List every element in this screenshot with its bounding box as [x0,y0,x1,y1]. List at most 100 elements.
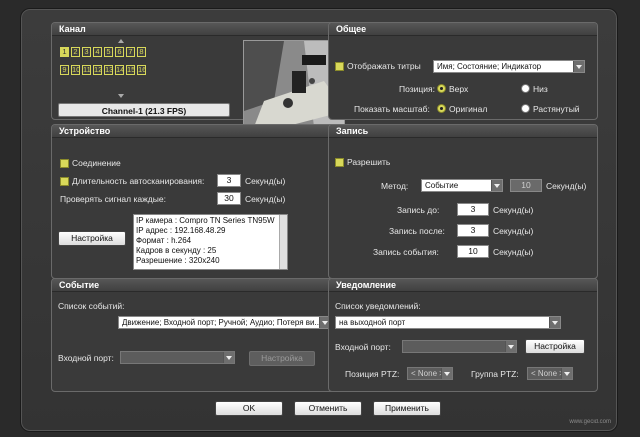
ptz-position-select[interactable]: < None > [407,367,453,380]
record-panel-title: Запись [329,125,597,138]
channel-button-16[interactable]: 16 [137,65,146,75]
apply-button[interactable]: Применить [373,401,441,416]
channel-button-7[interactable]: 7 [126,47,135,57]
check-signal-input[interactable]: 30 [217,192,241,205]
ptz-group-value: < None > [531,369,564,378]
record-before-label: Запись до: [397,205,440,215]
ok-button[interactable]: OK [215,401,283,416]
record-allow-label: Разрешить [347,157,391,167]
autoscan-checkbox[interactable] [60,177,69,186]
record-panel: Запись Разрешить Метод: Событие 10 Секун… [328,124,598,279]
notification-list-select[interactable]: на выходной порт [335,316,561,329]
record-after-unit: Секунд(ы) [493,226,534,236]
autoscan-label: Длительность автосканирования: [72,176,205,186]
record-before-unit: Секунд(ы) [493,205,534,215]
position-bottom-radio[interactable] [521,84,530,93]
record-event-input[interactable]: 10 [457,245,489,258]
record-after-input[interactable]: 3 [457,224,489,237]
record-after-label: Запись после: [389,226,445,236]
general-panel: Общее Отображать титры Имя; Состояние; И… [328,22,598,120]
channel-button-11[interactable]: 11 [82,65,91,75]
position-bottom-label: Низ [533,84,548,94]
check-signal-unit: Секунд(ы) [245,194,286,204]
event-list-label: Список событий: [58,301,125,311]
channel-button-8[interactable]: 8 [137,47,146,57]
record-method-select[interactable]: Событие [421,179,503,192]
record-allow-checkbox[interactable] [335,158,344,167]
device-info-line: IP камера : Compro TN Series TN95W [136,216,275,225]
position-label: Позиция: [399,84,435,94]
channel-button-12[interactable]: 12 [93,65,102,75]
channel-button-4[interactable]: 4 [93,47,102,57]
channel-button-15[interactable]: 15 [126,65,135,75]
event-list-select[interactable]: Движение; Входной порт; Ручной; Аудио; П… [118,316,331,329]
chevron-down-icon [561,368,572,379]
ptz-position-value: < None > [411,369,444,378]
chevron-down-icon [491,180,502,191]
channel-label-text: Channel-1 (21.3 FPS) [101,106,187,116]
ptz-group-select[interactable]: < None > [527,367,573,380]
event-settings-button[interactable]: Настройка [249,351,315,366]
channel-down-arrow-icon[interactable] [118,94,124,98]
channel-button-14[interactable]: 14 [115,65,124,75]
autoscan-input[interactable]: 3 [217,174,241,187]
device-info-line: Кадров в секунду : 25 [136,246,217,255]
record-before-input[interactable]: 3 [457,203,489,216]
channel-button-6[interactable]: 6 [115,47,124,57]
show-titles-checkbox[interactable] [335,62,344,71]
settings-dialog: Канал 12345678 9 10 11 12 13 14 15 16 Channel-1… [20,8,618,432]
channel-button-10[interactable]: 10 [71,65,80,75]
titles-select[interactable]: Имя; Состояние; Индикатор [433,60,585,73]
channel-button-2[interactable]: 2 [71,47,80,57]
connection-checkbox[interactable] [60,159,69,168]
notification-panel-title: Уведомление [329,279,597,292]
device-info-line: Формат : h.264 [136,236,192,245]
device-info-box: IP камера : Compro TN Series TN95W IP ад… [133,214,288,270]
event-input-port-select[interactable] [120,351,235,364]
notification-list-value: на выходной порт [339,318,406,327]
channel-button-13[interactable]: 13 [104,65,113,75]
record-method-value: Событие [425,181,459,190]
connection-label: Соединение [72,158,121,168]
device-panel: Устройство Соединение Длительность автос… [51,124,336,279]
scale-original-label: Оригинал [449,104,488,114]
ptz-position-label: Позиция PTZ: [345,369,400,379]
check-signal-label: Проверять сигнал каждые: [60,194,166,204]
notification-panel: Уведомление Список уведомлений: на выход… [328,278,598,392]
position-top-radio[interactable] [437,84,446,93]
event-input-port-label: Входной порт: [58,353,114,363]
device-info-scrollbar[interactable] [279,215,287,269]
event-panel: Событие Список событий: Движение; Входно… [51,278,336,392]
scale-original-radio[interactable] [437,104,446,113]
channel-up-arrow-icon[interactable] [118,39,124,43]
show-titles-label: Отображать титры [347,61,421,71]
device-panel-title: Устройство [52,125,335,138]
record-event-label: Запись события: [373,247,439,257]
channel-label: Channel-1 (21.3 FPS) [58,103,230,117]
channel-button-5[interactable]: 5 [104,47,113,57]
channel-button-1[interactable]: 1 [60,47,69,57]
record-event-unit: Секунд(ы) [493,247,534,257]
position-top-label: Верх [449,84,469,94]
titles-select-value: Имя; Состояние; Индикатор [437,62,542,71]
channel-panel: Канал 12345678 9 10 11 12 13 14 15 16 Channel-1… [51,22,345,126]
device-settings-button[interactable]: Настройка [58,231,126,246]
record-method-label: Метод: [381,181,409,191]
event-list-value: Движение; Входной порт; Ручной; Аудио; П… [122,318,322,327]
notification-input-port-select[interactable] [402,340,517,353]
autoscan-unit: Секунд(ы) [245,176,286,186]
notification-input-port-label: Входной порт: [335,342,391,352]
device-info-line: IP адрес : 192.168.48.29 [136,226,226,235]
watermark-text: www.gecid.com [569,419,611,425]
channel-button-3[interactable]: 3 [82,47,91,57]
scale-stretched-radio[interactable] [521,104,530,113]
channel-panel-title: Канал [52,23,335,36]
cancel-button[interactable]: Отменить [294,401,362,416]
record-method-unit: Секунд(ы) [546,181,587,191]
record-method-seconds-input[interactable]: 10 [510,179,542,192]
chevron-down-icon [223,352,234,363]
event-panel-title: Событие [52,279,335,292]
notification-settings-button[interactable]: Настройка [525,339,585,354]
chevron-down-icon [505,341,516,352]
channel-button-9[interactable]: 9 [60,65,69,75]
